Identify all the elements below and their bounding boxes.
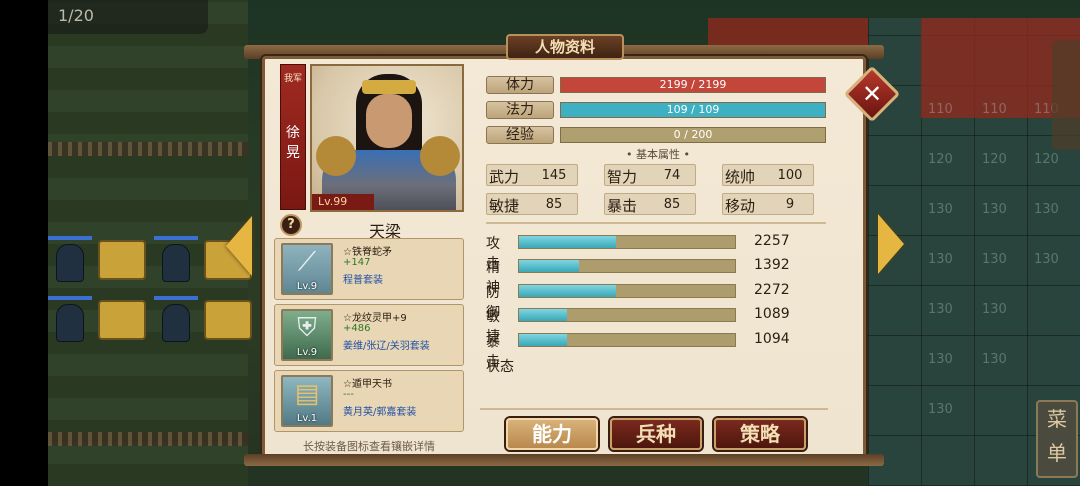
attribute-strength: 武力 145 — [486, 164, 578, 186]
turn-counter: 1/20 — [48, 0, 208, 34]
divider — [486, 222, 826, 224]
attack-range-tile — [708, 18, 868, 48]
equipment-slot-weapon[interactable]: ⟋ Lv.9 ☆铁脊蛇矛 +147 程普套装 — [274, 238, 464, 300]
equipment-name: ☆遁甲天书 — [343, 379, 392, 390]
fence — [48, 142, 248, 156]
equipment-name: ☆龙纹灵甲+9 — [343, 313, 407, 324]
exp-label: 经验 — [486, 126, 554, 144]
armor-icon[interactable]: ⛨ Lv.9 — [281, 309, 333, 361]
equipment-set: 程普套装 — [343, 275, 383, 286]
attribute-critical: 暴击 85 — [604, 193, 696, 215]
tab-strategy[interactable]: 策略 — [714, 418, 806, 450]
hp-value: 2199 / 2199 — [659, 78, 727, 91]
general-name: 徐晃 — [286, 125, 300, 161]
enemy-unit[interactable] — [48, 296, 92, 346]
combat-fill — [519, 236, 617, 248]
general-level: Lv.99 — [312, 194, 374, 210]
attribute-leadership: 统帅 100 — [722, 164, 814, 186]
equipment-slot-book[interactable]: ▤ Lv.1 ☆遁甲天书 --- 黄月英/郭嘉套装 — [274, 370, 464, 432]
close-icon: ✕ — [861, 80, 883, 108]
side-drawer-tab[interactable] — [1052, 40, 1080, 150]
attribute-agility: 敏捷 85 — [486, 193, 578, 215]
attribute-intelligence: 智力 74 — [604, 164, 696, 186]
supply-cart — [98, 300, 146, 340]
equipment-bonus: +486 — [343, 323, 371, 334]
fence — [48, 432, 248, 446]
combat-fill — [519, 285, 617, 297]
supply-cart — [98, 240, 146, 280]
attribute-movement: 移动 9 — [722, 193, 814, 215]
enemy-unit[interactable] — [154, 236, 198, 286]
equipment-set: 黄月英/郭嘉套装 — [343, 407, 417, 418]
next-character-arrow[interactable] — [878, 214, 904, 274]
panel-frame-bottom — [244, 454, 884, 466]
combat-fill — [519, 309, 567, 321]
general-portrait — [310, 64, 464, 212]
basic-attributes-title: • 基本属性 • — [626, 148, 690, 161]
previous-character-arrow[interactable] — [226, 216, 252, 276]
status-label: 状态 — [486, 359, 514, 375]
spear-icon[interactable]: ⟋ Lv.9 — [281, 243, 333, 295]
scroll-icon[interactable]: ▤ Lv.1 — [281, 375, 333, 427]
mp-value: 109 / 109 — [666, 103, 720, 116]
mp-label: 法力 — [486, 101, 554, 119]
hp-label: 体力 — [486, 76, 554, 94]
equipment-hint: 长按装备图标查看镶嵌详情 — [303, 440, 435, 453]
combat-fill — [519, 334, 567, 346]
equipment-bonus: --- — [343, 389, 354, 400]
panel-title: 人物资料 — [506, 34, 624, 60]
divider — [480, 408, 828, 410]
supply-cart — [204, 300, 252, 340]
menu-button[interactable]: 菜单 — [1036, 400, 1078, 478]
combat-fill — [519, 260, 580, 272]
faction-label: 我军 — [283, 74, 302, 84]
tab-troop-type[interactable]: 兵种 — [610, 418, 702, 450]
equipment-set: 姜维/张辽/关羽套装 — [343, 341, 430, 352]
name-banner: 我军 徐晃 — [280, 64, 306, 210]
help-icon[interactable]: ? — [280, 214, 302, 236]
tab-ability[interactable]: 能力 — [506, 418, 598, 450]
exp-value: 0 / 200 — [673, 128, 713, 141]
equipment-name: ☆铁脊蛇矛 — [343, 247, 392, 258]
enemy-unit[interactable] — [154, 296, 198, 346]
equipment-bonus: +147 — [343, 257, 371, 268]
equipment-slot-armor[interactable]: ⛨ Lv.9 ☆龙纹灵甲+9 +486 姜维/张辽/关羽套装 — [274, 304, 464, 366]
enemy-unit[interactable] — [48, 236, 92, 286]
